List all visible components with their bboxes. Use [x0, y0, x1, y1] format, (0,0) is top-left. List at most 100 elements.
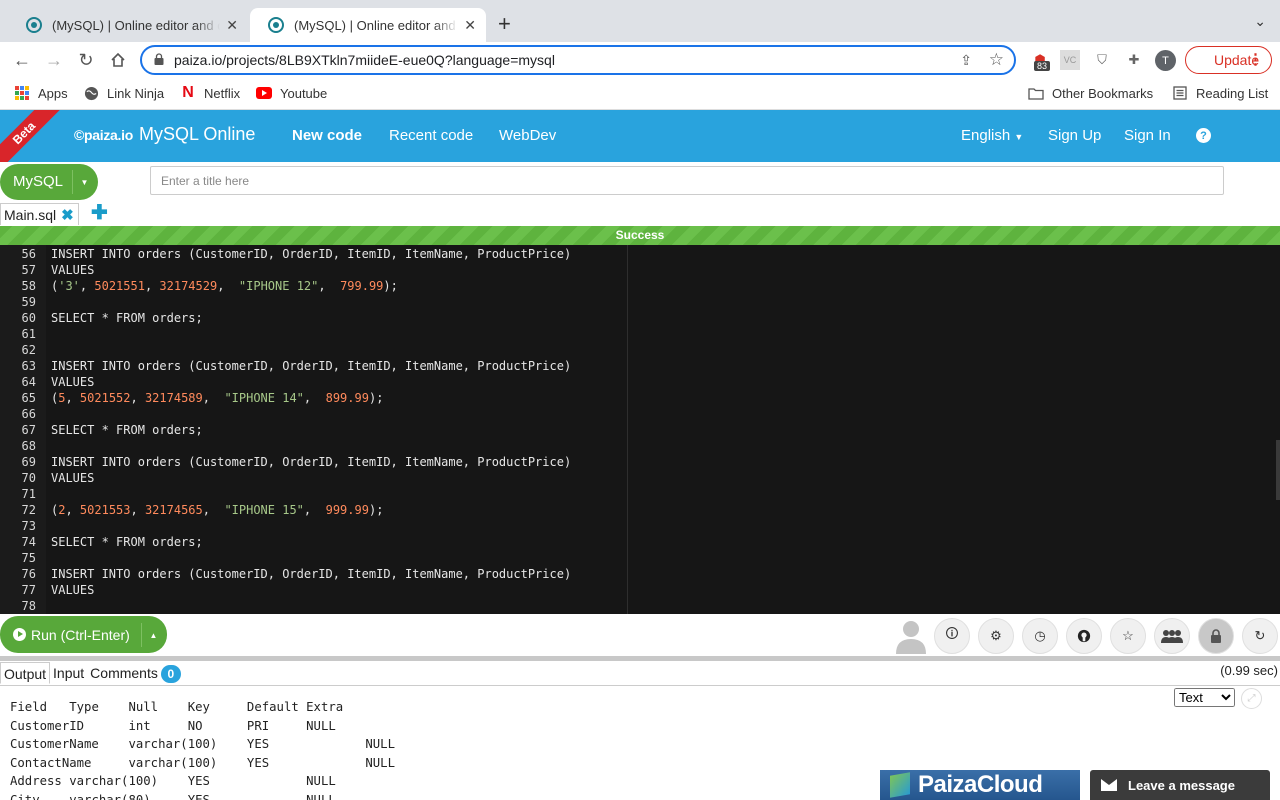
sign-up-link[interactable]: Sign Up — [1048, 127, 1101, 144]
code-token: 5021551 — [94, 279, 145, 293]
code-line: 63 INSERT INTO orders (CustomerID, OrderI… — [0, 358, 1280, 374]
info-icon[interactable]: 🛈 — [934, 618, 970, 654]
run-options-caret-icon[interactable]: ▲ — [141, 623, 165, 647]
expand-icon[interactable]: ⤢ — [1241, 688, 1262, 709]
language-select-button[interactable]: MySQL ▼ — [0, 164, 98, 200]
line-number: 70 — [21, 471, 36, 485]
run-button-label: Run (Ctrl-Enter) — [31, 627, 130, 643]
code-text: INSERT INTO orders (CustomerID, OrderID,… — [51, 358, 571, 374]
code-text: SELECT * FROM orders; — [51, 310, 203, 326]
code-text: SELECT * FROM orders; — [51, 422, 203, 438]
comments-count-badge: 0 — [160, 665, 181, 683]
extensions-puzzle-icon[interactable]: ✚ — [1124, 50, 1144, 70]
gear-icon[interactable]: ⚙ — [978, 618, 1014, 654]
extension-shield-icon[interactable]: ⛉ — [1092, 50, 1112, 70]
close-file-icon[interactable]: ✖ — [61, 206, 74, 224]
reading-list-label: Reading List — [1196, 85, 1269, 101]
browser-menu-icon[interactable]: ⋮ — [1248, 50, 1263, 68]
tab-comments[interactable]: Comments 0 — [87, 662, 184, 684]
code-line: 66 — [0, 406, 1280, 422]
bookmark-youtube[interactable]: Youtube — [256, 85, 327, 101]
leave-message-button[interactable]: Leave a message — [1090, 770, 1270, 800]
star-icon[interactable]: ☆ — [1110, 618, 1146, 654]
nav-webdev[interactable]: WebDev — [499, 127, 556, 144]
line-number: 73 — [21, 519, 36, 533]
line-number: 76 — [21, 567, 36, 581]
close-tab-icon[interactable]: ✕ — [464, 17, 476, 34]
lock-icon[interactable] — [1198, 618, 1234, 654]
back-icon[interactable]: ← — [10, 48, 34, 72]
add-file-icon[interactable]: ✚ — [91, 200, 108, 225]
code-line: 60 SELECT * FROM orders; — [0, 310, 1280, 326]
code-line: 57 VALUES — [0, 262, 1280, 278]
app-header: Beta ©paiza.io MySQL Online New code Rec… — [0, 110, 1280, 162]
share-icon[interactable]: ⇪ — [960, 52, 972, 69]
reload-icon[interactable]: ↻ — [74, 48, 98, 72]
code-text: VALUES — [51, 470, 94, 486]
tab-input[interactable]: Input — [50, 662, 87, 684]
clock-icon[interactable]: ◷ — [1022, 618, 1058, 654]
title-input[interactable] — [150, 166, 1224, 195]
file-tab-main-sql[interactable]: Main.sql ✖ — [0, 203, 79, 225]
code-line: 74 SELECT * FROM orders; — [0, 534, 1280, 550]
paiza-logo: ©paiza.io — [74, 127, 133, 143]
code-token: ); — [383, 279, 398, 293]
group-icon[interactable] — [1154, 618, 1190, 654]
extension-vc-icon[interactable]: VC — [1060, 50, 1080, 70]
bookmark-link-ninja[interactable]: Link Ninja — [83, 85, 164, 101]
panel-resize-handle[interactable] — [0, 656, 1280, 661]
code-editor[interactable]: 56 INSERT INTO orders (CustomerID, OrderI… — [0, 245, 1280, 614]
user-avatar-icon — [896, 621, 926, 654]
line-number: 68 — [21, 439, 36, 453]
refresh-icon[interactable]: ↻ — [1242, 618, 1278, 654]
code-token: INSERT INTO orders (CustomerID, OrderID,… — [51, 567, 572, 581]
help-icon[interactable]: ? — [1196, 128, 1211, 143]
reading-list[interactable]: Reading List — [1172, 85, 1268, 101]
apps-grid-icon — [14, 85, 30, 101]
language-dropdown[interactable]: English ▼ — [961, 127, 1023, 144]
browser-tab[interactable]: (MySQL) | Online editor and compiler ✕ — [8, 8, 248, 42]
nav-recent-code[interactable]: Recent code — [389, 127, 473, 144]
home-icon[interactable] — [106, 48, 130, 72]
code-token: INSERT INTO orders (CustomerID, OrderID,… — [51, 455, 572, 469]
sign-in-link[interactable]: Sign In — [1124, 127, 1171, 144]
code-token: 32174589 — [144, 391, 203, 405]
tab-comments-label: Comments — [90, 665, 158, 681]
code-text: VALUES — [51, 374, 94, 390]
code-token: '3' — [58, 279, 80, 293]
url-text: paiza.io/projects/8LB9XTkln7miideE-eue0Q… — [174, 52, 555, 68]
nav-new-code[interactable]: New code — [292, 127, 362, 144]
code-token: 32174565 — [144, 503, 203, 517]
tab-search-chevron-icon[interactable]: ⌄ — [1254, 13, 1266, 30]
caret-down-icon[interactable]: ▼ — [72, 170, 96, 194]
code-line: 65 (5, 5021552, 32174589, "IPHONE 14", 89… — [0, 390, 1280, 406]
bookmark-apps[interactable]: Apps — [14, 85, 68, 101]
brand[interactable]: ©paiza.io MySQL Online — [74, 124, 255, 145]
bookmark-star-icon[interactable]: ☆ — [989, 50, 1004, 70]
close-tab-icon[interactable]: ✕ — [226, 17, 238, 34]
bookmark-netflix[interactable]: N Netflix — [180, 84, 240, 101]
address-bar[interactable]: paiza.io/projects/8LB9XTkln7miideE-eue0Q… — [140, 45, 1016, 75]
run-button[interactable]: Run (Ctrl-Enter) ▲ — [0, 616, 167, 653]
line-number: 61 — [21, 327, 36, 341]
browser-tab-active[interactable]: (MySQL) | Online editor and compiler ✕ — [250, 8, 486, 42]
editor-scrollbar[interactable] — [1276, 440, 1280, 500]
new-tab-icon[interactable]: + — [498, 12, 511, 36]
tab-output[interactable]: Output — [0, 662, 51, 684]
profile-avatar[interactable]: T — [1155, 50, 1176, 71]
forward-icon[interactable]: → — [42, 48, 66, 72]
other-bookmarks[interactable]: Other Bookmarks — [1028, 85, 1153, 101]
line-number: 72 — [21, 503, 36, 517]
command-input[interactable] — [170, 620, 890, 648]
code-text: (5, 5021552, 32174589, "IPHONE 14", 899.… — [51, 390, 383, 406]
update-button[interactable]: Update ⋮ — [1185, 46, 1272, 74]
code-token: , — [303, 391, 326, 405]
output-format-select[interactable]: Text — [1174, 688, 1235, 707]
code-token: , — [130, 503, 145, 517]
code-token: , — [202, 391, 225, 405]
browser-tab-strip: (MySQL) | Online editor and compiler ✕ (… — [0, 0, 1280, 42]
code-text: VALUES — [51, 582, 94, 598]
bookmark-label: Apps — [38, 85, 68, 101]
github-icon[interactable] — [1066, 618, 1102, 654]
paizacloud-banner[interactable]: PaizaCloud — [880, 770, 1080, 800]
